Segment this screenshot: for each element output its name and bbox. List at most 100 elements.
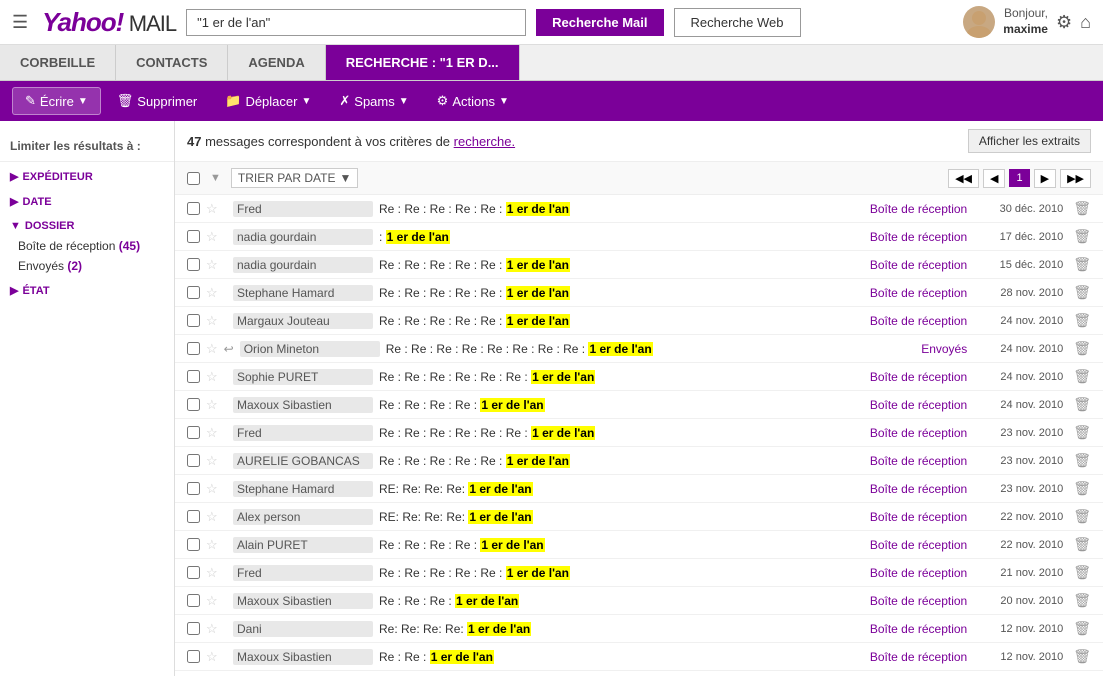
table-row[interactable]: ☆ Fred Re : Re : Re : Re : Re : 1 er de … [175,195,1103,223]
actions-button[interactable]: ⚙ Actions ▼ [425,88,521,114]
sidebar-date-header[interactable]: ▶ DATE [0,191,174,212]
move-button[interactable]: 📁 Déplacer ▼ [213,88,323,114]
delete-row-icon[interactable]: 🗑 [1073,228,1091,245]
sort-dropdown[interactable]: TRIER PAR DATE ▼ [231,168,358,188]
reply-icon [224,258,227,272]
extract-button[interactable]: Afficher les extraits [968,129,1091,153]
search-input[interactable] [186,9,526,36]
hamburger-icon[interactable]: ☰ [12,12,28,33]
page-next-button[interactable]: ▶ [1034,169,1056,188]
delete-row-icon[interactable]: 🗑 [1073,424,1091,441]
row-checkbox[interactable] [187,258,200,271]
table-row[interactable]: ☆ nadia gourdain : 1 er de l'an Boîte de… [175,223,1103,251]
compose-button[interactable]: ✎ Écrire ▼ [12,87,101,115]
table-row[interactable]: ☆ AURELIE GOBANCAS Re : Re : Re : Re : R… [175,447,1103,475]
delete-row-icon[interactable]: 🗑 [1073,480,1091,497]
row-checkbox[interactable] [187,398,200,411]
star-icon[interactable]: ☆ [206,593,218,609]
search-mail-button[interactable]: Recherche Mail [536,9,663,36]
star-icon[interactable]: ☆ [206,509,218,525]
star-icon[interactable]: ☆ [206,229,218,245]
delete-row-icon[interactable]: 🗑 [1073,312,1091,329]
table-row[interactable]: ☆ Stephane Hamard RE: Re: Re: Re: 1 er d… [175,475,1103,503]
delete-row-icon[interactable]: 🗑 [1073,284,1091,301]
search-web-button[interactable]: Recherche Web [674,8,801,37]
table-row[interactable]: ☆ Maxoux Sibastien Re : Re : Re : Re : 1… [175,391,1103,419]
row-checkbox[interactable] [187,510,200,523]
select-all-checkbox[interactable] [187,172,200,185]
delete-row-icon[interactable]: 🗑 [1073,396,1091,413]
tab-agenda[interactable]: AGENDA [228,45,325,80]
star-icon[interactable]: ☆ [206,257,218,273]
delete-row-icon[interactable]: 🗑 [1073,368,1091,385]
table-row[interactable]: ☆ Stephane Hamard Re : Re : Re : Re : Re… [175,279,1103,307]
row-checkbox[interactable] [187,566,200,579]
star-icon[interactable]: ☆ [206,537,218,553]
row-checkbox[interactable] [187,482,200,495]
row-checkbox[interactable] [187,370,200,383]
search-link[interactable]: recherche. [454,134,515,149]
table-row[interactable]: ☆ Alex person RE: Re: Re: Re: 1 er de l'… [175,503,1103,531]
row-checkbox[interactable] [187,230,200,243]
row-checkbox[interactable] [187,426,200,439]
row-checkbox[interactable] [187,538,200,551]
table-row[interactable]: ☆ Sophie PURET Re : Re : Re : Re : Re : … [175,363,1103,391]
delete-row-icon[interactable]: 🗑 [1073,564,1091,581]
star-icon[interactable]: ☆ [206,369,218,385]
row-checkbox[interactable] [187,650,200,663]
spam-button[interactable]: ✗ Spams ▼ [327,88,420,114]
delete-row-icon[interactable]: 🗑 [1073,200,1091,217]
star-icon[interactable]: ☆ [206,313,218,329]
delete-button[interactable]: 🗑 Supprimer [105,88,209,114]
table-row[interactable]: ☆ Maxoux Sibastien Re : Re : 1 er de l'a… [175,643,1103,671]
row-checkbox[interactable] [187,622,200,635]
delete-row-icon[interactable]: 🗑 [1073,592,1091,609]
delete-row-icon[interactable]: 🗑 [1073,340,1091,357]
row-checkbox[interactable] [187,286,200,299]
table-row[interactable]: ☆ nadia gourdain Re : Re : Re : Re : Re … [175,251,1103,279]
sidebar-sent[interactable]: Envoyés (2) [0,256,174,276]
delete-row-icon[interactable]: 🗑 [1073,452,1091,469]
delete-row-icon[interactable]: 🗑 [1073,648,1091,665]
page-first-button[interactable]: ◀◀ [948,169,979,188]
sidebar-expediteur-header[interactable]: ▶ EXPÉDITEUR [0,166,174,187]
home-icon[interactable]: ⌂ [1080,12,1091,33]
table-row[interactable]: ☆ Maxoux Sibastien Re : Re : Re : 1 er d… [175,587,1103,615]
tab-search[interactable]: RECHERCHE : "1 er d... [326,45,520,80]
sidebar-etat-header[interactable]: ▶ ÉTAT [0,280,174,301]
tab-contacts[interactable]: CONTACTS [116,45,228,80]
table-row[interactable]: ☆ Fred Re : Re : Re : Re : Re : 1 er de … [175,559,1103,587]
table-row[interactable]: ☆ Fred Re : Re : Re : Re : Re : Re : 1 e… [175,419,1103,447]
table-row[interactable]: ☆ Fred Re : Re : 1 er de l'an Boîte de r… [175,671,1103,676]
page-current-button[interactable]: 1 [1009,169,1029,187]
star-icon[interactable]: ☆ [206,201,218,217]
table-row[interactable]: ☆ ↩ Orion Mineton Re : Re : Re : Re : Re… [175,335,1103,363]
star-icon[interactable]: ☆ [206,453,218,469]
star-icon[interactable]: ☆ [206,285,218,301]
page-last-button[interactable]: ▶▶ [1060,169,1091,188]
star-icon[interactable]: ☆ [206,397,218,413]
table-row[interactable]: ☆ Margaux Jouteau Re : Re : Re : Re : Re… [175,307,1103,335]
star-icon[interactable]: ☆ [206,425,218,441]
row-checkbox[interactable] [187,314,200,327]
star-icon[interactable]: ☆ [206,481,218,497]
table-row[interactable]: ☆ Dani Re: Re: Re: Re: 1 er de l'an Boît… [175,615,1103,643]
delete-row-icon[interactable]: 🗑 [1073,536,1091,553]
star-icon[interactable]: ☆ [206,621,218,637]
star-icon[interactable]: ☆ [206,565,218,581]
tab-corbeille[interactable]: CORBEILLE [0,45,116,80]
delete-row-icon[interactable]: 🗑 [1073,620,1091,637]
delete-row-icon[interactable]: 🗑 [1073,508,1091,525]
sidebar-inbox[interactable]: Boîte de réception (45) [0,236,174,256]
row-checkbox[interactable] [187,594,200,607]
row-checkbox[interactable] [187,454,200,467]
row-checkbox[interactable] [187,342,200,355]
delete-row-icon[interactable]: 🗑 [1073,256,1091,273]
star-icon[interactable]: ☆ [206,341,218,357]
sidebar-dossier-header[interactable]: ▼ DOSSIER [0,216,174,236]
star-icon[interactable]: ☆ [206,649,218,665]
table-row[interactable]: ☆ Alain PURET Re : Re : Re : Re : 1 er d… [175,531,1103,559]
page-prev-button[interactable]: ◀ [983,169,1005,188]
row-checkbox[interactable] [187,202,200,215]
settings-icon[interactable]: ⚙ [1056,12,1072,33]
